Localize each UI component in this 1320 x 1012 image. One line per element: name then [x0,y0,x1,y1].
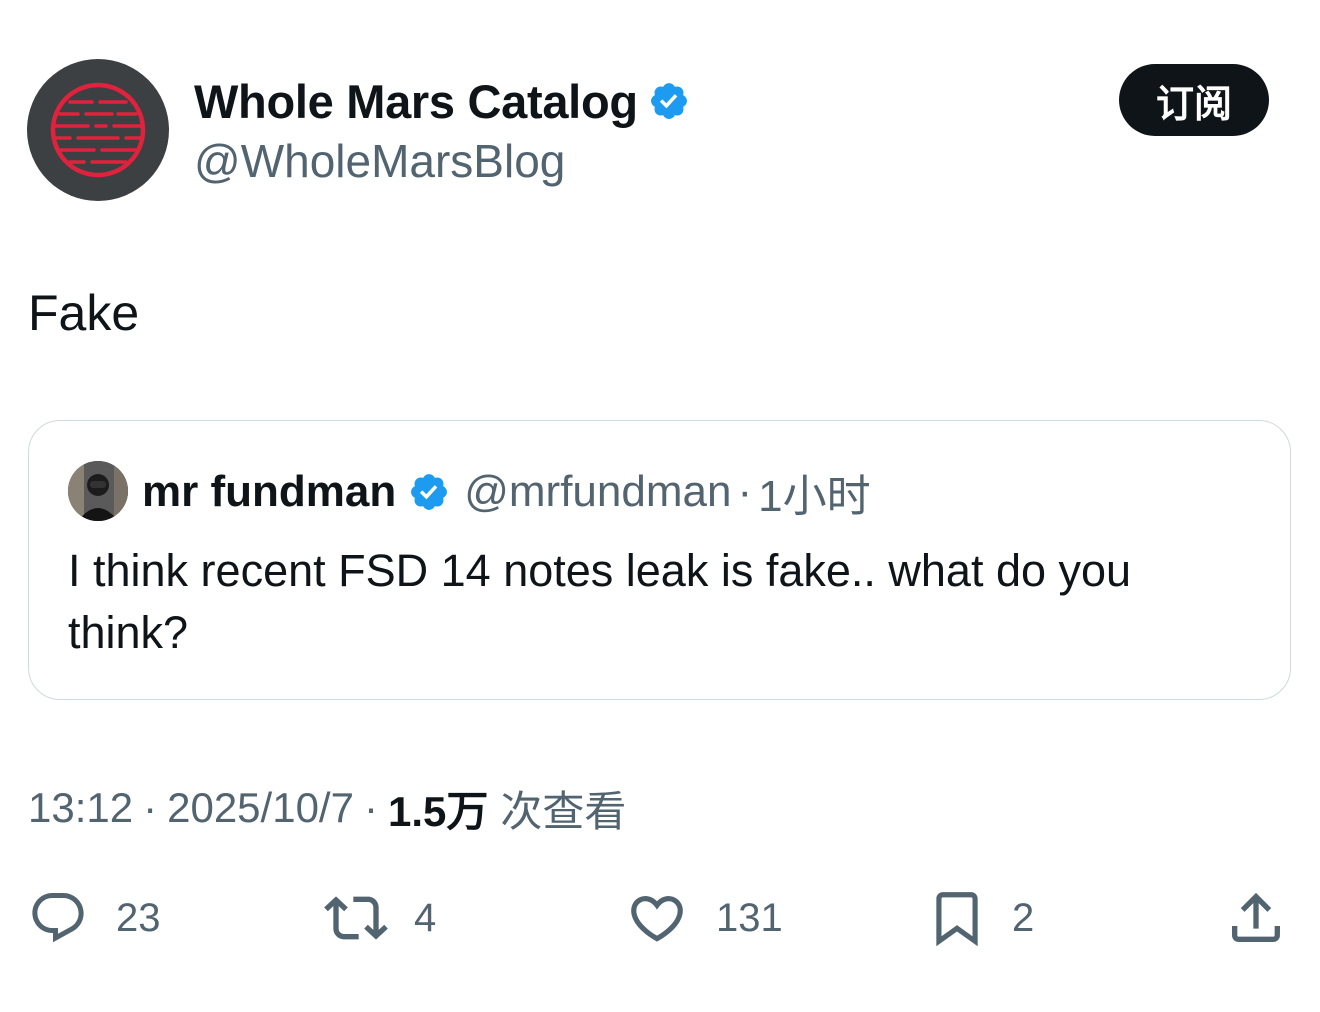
author-handle[interactable]: @WholeMarsBlog [194,134,565,188]
quoted-author-avatar[interactable] [68,461,128,521]
quoted-handle[interactable]: @mrfundman [464,467,731,517]
meta-separator: · [363,784,378,831]
reply-icon [32,893,84,943]
verified-badge-icon [648,80,690,122]
tweet-date[interactable]: 2025/10/7 [167,784,354,832]
author-name[interactable]: Whole Mars Catalog [194,72,690,130]
meta-separator: · [143,784,158,831]
reply-button[interactable]: 23 [28,882,161,954]
bookmark-count: 2 [1012,895,1035,940]
repost-count: 4 [414,895,437,940]
share-button[interactable] [1224,882,1288,954]
heart-icon [631,896,683,942]
author-avatar[interactable] [27,59,169,201]
repost-icon [324,896,388,940]
views-label: 次查看 [500,787,627,835]
tweet-text: Fake [28,285,140,341]
mars-logo-icon [50,82,146,178]
quoted-display-name[interactable]: mr fundman [142,467,396,517]
author-display-name: Whole Mars Catalog [194,74,638,128]
quoted-tweet-text: I think recent FSD 14 notes leak is fake… [68,545,1132,658]
person-photo-icon [68,461,128,521]
subscribe-button[interactable]: 订阅 [1119,64,1269,136]
meta-separator: · [737,467,753,516]
quoted-time-ago[interactable]: 1小时 [758,460,870,524]
reply-count: 23 [116,895,161,940]
bookmark-icon [936,892,978,947]
repost-button[interactable]: 4 [324,882,436,954]
views-count: 1.5万 [387,787,489,835]
quoted-header: mr fundman @mrfundman · 1小时 [142,462,871,522]
verified-badge-icon [408,471,450,513]
tweet-meta-row: 13:12 · 2025/10/7 · 1.5万 次查看 [28,780,626,836]
share-icon [1232,892,1280,942]
like-count: 131 [716,895,783,940]
tweet-time[interactable]: 13:12 [28,784,133,832]
bookmark-button[interactable]: 2 [926,882,1034,954]
like-button[interactable]: 131 [626,882,783,954]
